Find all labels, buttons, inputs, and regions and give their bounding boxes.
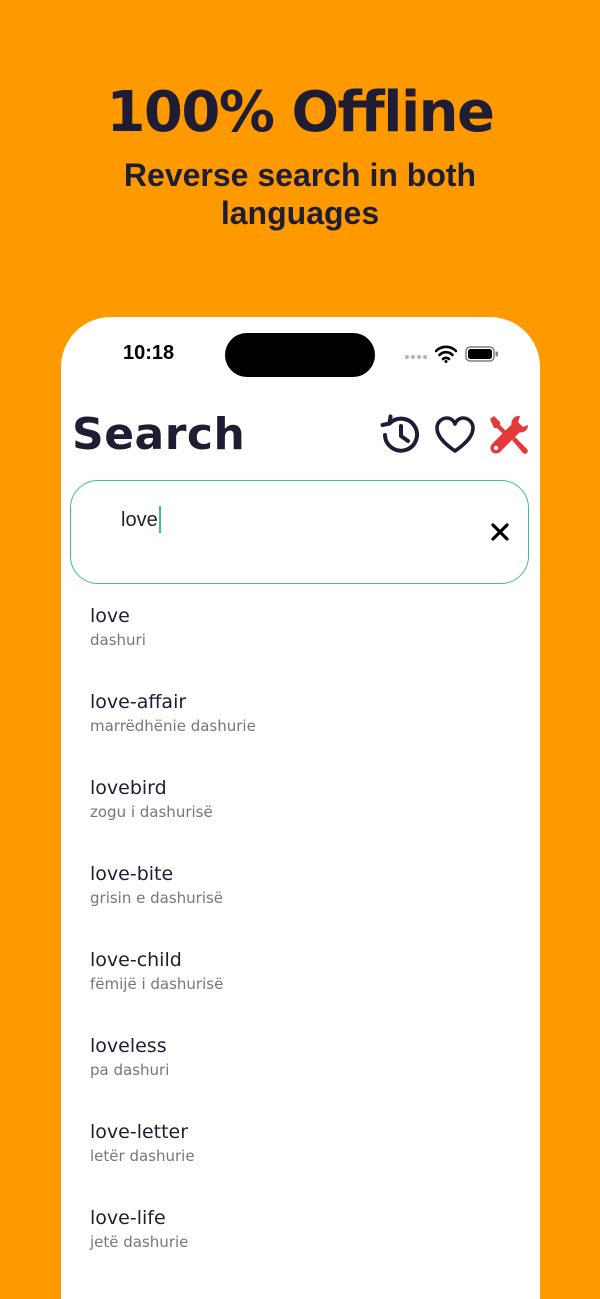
- list-item[interactable]: lovebird zogu i dashurisë: [61, 763, 540, 849]
- history-icon[interactable]: [379, 413, 423, 457]
- close-icon[interactable]: [490, 522, 510, 542]
- promo-subline: Reverse search in both languages: [123, 157, 477, 231]
- promo-headline: 100% Offline: [106, 80, 495, 145]
- tools-icon[interactable]: [487, 413, 531, 457]
- result-term: love-affair: [90, 691, 187, 713]
- result-term: love: [90, 605, 130, 627]
- result-term: love-bite: [90, 863, 174, 885]
- result-term: love-child: [90, 949, 182, 971]
- list-item[interactable]: love dashuri: [61, 591, 540, 677]
- text-caret: [158, 506, 161, 533]
- wifi-icon: [435, 345, 457, 363]
- result-term: love-life: [90, 1207, 166, 1229]
- search-box[interactable]: [70, 480, 529, 584]
- list-item[interactable]: love-life jetë dashurie: [61, 1193, 540, 1279]
- heart-icon[interactable]: [434, 415, 476, 455]
- list-item[interactable]: loveless pa dashuri: [61, 1021, 540, 1107]
- list-item[interactable]: love-child fëmijë i dashurisë: [61, 935, 540, 1021]
- result-translation: letër dashurie: [90, 1147, 195, 1165]
- result-translation: grisin e dashurisë: [90, 889, 224, 907]
- signal-icon: [405, 355, 427, 359]
- page-title: Search: [72, 409, 246, 460]
- list-item[interactable]: love-letter letër dashurie: [61, 1107, 540, 1193]
- result-term: lovebird: [90, 777, 167, 799]
- phone-frame: 10:18 Search love love dashuri love-affa…: [61, 317, 540, 1299]
- search-input[interactable]: [121, 505, 421, 535]
- battery-icon: [465, 346, 498, 362]
- list-item[interactable]: love-bite grisin e dashurisë: [61, 849, 540, 935]
- list-item[interactable]: love-affair marrëdhënie dashurie: [61, 677, 540, 763]
- result-translation: zogu i dashurisë: [90, 803, 213, 821]
- results-list: love dashuri love-affair marrëdhënie dashur…: [61, 591, 540, 1279]
- status-time: 10:18: [123, 342, 175, 364]
- result-translation: marrëdhënie dashurie: [90, 717, 256, 735]
- result-translation: fëmijë i dashurisë: [90, 975, 224, 993]
- result-term: loveless: [90, 1035, 167, 1057]
- dynamic-island: [225, 333, 375, 377]
- result-translation: dashuri: [90, 631, 146, 649]
- result-term: love-letter: [90, 1121, 189, 1143]
- result-translation: jetë dashurie: [90, 1233, 189, 1251]
- result-translation: pa dashuri: [90, 1061, 170, 1079]
